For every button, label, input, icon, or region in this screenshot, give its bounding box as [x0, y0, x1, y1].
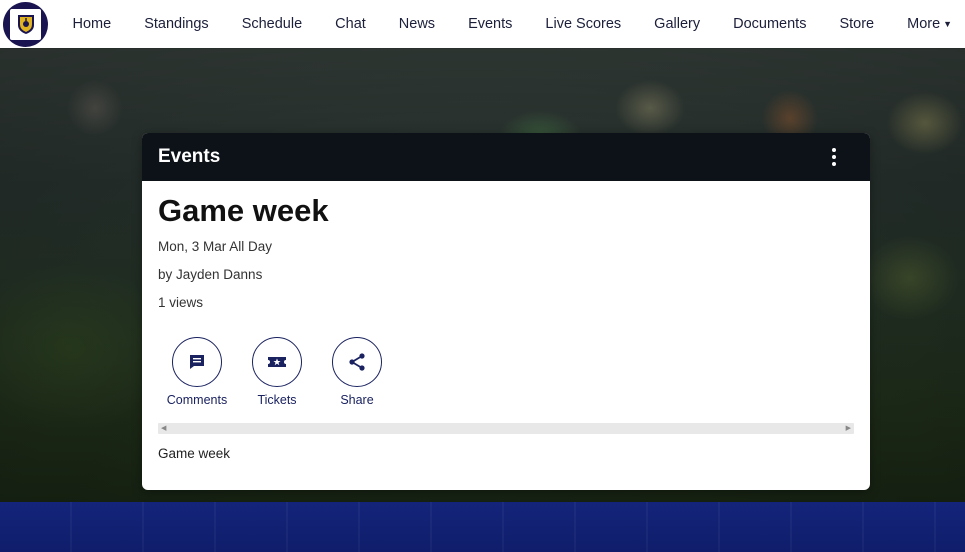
club-logo[interactable]	[3, 1, 48, 47]
tickets-button[interactable]: Tickets	[248, 337, 306, 407]
comment-icon	[172, 337, 222, 387]
share-button[interactable]: Share	[328, 337, 386, 407]
nav-item-store[interactable]: Store	[823, 0, 891, 48]
event-title: Game week	[158, 193, 329, 228]
nav-item-events[interactable]: Events	[452, 0, 529, 48]
nav-menu: Home Standings Schedule Chat News Events…	[56, 0, 965, 48]
card-header-title: Events	[158, 146, 221, 167]
event-views: 1 views	[158, 295, 204, 310]
event-date: Mon, 3 Mar All Day	[158, 239, 273, 254]
nav-item-gallery[interactable]: Gallery	[638, 0, 717, 48]
kebab-menu-icon[interactable]	[824, 143, 844, 171]
comments-label: Comments	[166, 393, 228, 407]
nav-item-news[interactable]: News	[382, 0, 451, 48]
event-author: by Jayden Danns	[158, 267, 263, 282]
comments-button[interactable]: Comments	[166, 337, 228, 407]
scroll-left-icon[interactable]: ◀	[161, 423, 166, 434]
horizontal-scrollbar[interactable]: ◀ ▶	[158, 423, 854, 434]
card-header: Events	[142, 133, 870, 181]
caret-down-icon: ▼	[943, 19, 953, 29]
nav-item-schedule[interactable]: Schedule	[225, 0, 318, 48]
nav-item-chat[interactable]: Chat	[319, 0, 383, 48]
event-description: Game week	[158, 446, 231, 461]
nav-item-more[interactable]: More ▼	[891, 0, 965, 48]
top-navigation-bar: Home Standings Schedule Chat News Events…	[0, 0, 965, 48]
nav-item-standings[interactable]: Standings	[128, 0, 226, 48]
share-icon	[332, 337, 382, 387]
ticket-icon	[252, 337, 302, 387]
nav-item-home[interactable]: Home	[56, 0, 128, 48]
nav-item-live-scores[interactable]: Live Scores	[529, 0, 638, 48]
club-crest-icon	[10, 8, 41, 40]
scroll-right-icon[interactable]: ▶	[846, 423, 851, 434]
nav-more-label: More	[907, 16, 941, 32]
card-body: Game week Mon, 3 Mar All Day by Jayden D…	[142, 181, 870, 461]
event-actions: Comments Tickets Share	[158, 337, 854, 407]
share-label: Share	[340, 393, 374, 407]
footer-band	[0, 502, 965, 552]
nav-item-documents[interactable]: Documents	[717, 0, 823, 48]
tickets-label: Tickets	[257, 393, 297, 407]
event-card: Events Game week Mon, 3 Mar All Day by J…	[142, 133, 870, 490]
